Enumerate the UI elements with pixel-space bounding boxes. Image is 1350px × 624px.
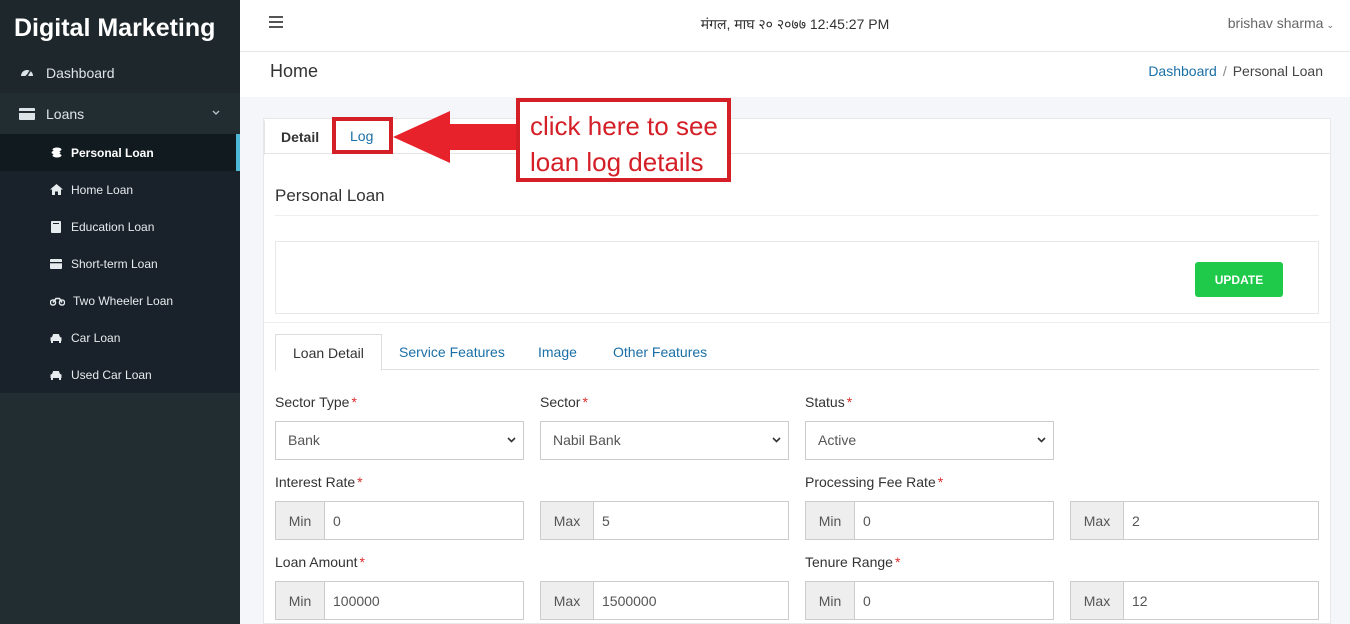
status-select[interactable]: Active xyxy=(805,421,1054,460)
interest-rate-min-group: Min 0 xyxy=(275,501,524,540)
dashboard-gauge-icon xyxy=(18,66,36,80)
sidebar-item-dashboard[interactable]: Dashboard xyxy=(0,52,240,93)
interest-rate-label: Interest Rate * xyxy=(275,474,363,490)
annotation-arrow-icon xyxy=(393,111,516,163)
action-box: UPDATE xyxy=(275,241,1319,314)
processing-fee-rate-label: Processing Fee Rate * xyxy=(805,474,944,490)
sector-label: Sector * xyxy=(540,394,588,410)
sidebar-item-personal-loan[interactable]: Personal Loan xyxy=(0,134,240,171)
wallet-icon xyxy=(49,258,63,269)
chevron-down-icon xyxy=(212,108,220,119)
sidebar-item-label: Short-term Loan xyxy=(71,256,158,271)
update-button[interactable]: UPDATE xyxy=(1195,262,1283,297)
processing-fee-max-input[interactable]: 2 xyxy=(1124,502,1318,539)
loan-amount-min-input[interactable]: 100000 xyxy=(325,582,523,619)
card-title: Personal Loan xyxy=(275,186,385,205)
user-name: brishav sharma xyxy=(1227,15,1324,31)
chevron-down-icon xyxy=(772,437,781,443)
sidebar-item-car-loan[interactable]: Car Loan xyxy=(0,319,240,356)
tenure-range-min-group: Min 0 xyxy=(805,581,1054,620)
sidebar-item-label: Personal Loan xyxy=(71,145,154,160)
sidebar-item-short-term-loan[interactable]: Short-term Loan xyxy=(0,245,240,282)
sidebar-item-loans[interactable]: Loans xyxy=(0,93,240,134)
tenure-range-min-input[interactable]: 0 xyxy=(855,582,1053,619)
tenure-range-max-input[interactable]: 12 xyxy=(1124,582,1318,619)
brand-title[interactable]: Digital Marketing xyxy=(0,0,240,52)
chevron-down-icon xyxy=(507,437,516,443)
divider xyxy=(264,322,1330,323)
sidebar-item-label: Loans xyxy=(46,105,85,122)
tab-other-features[interactable]: Other Features xyxy=(613,334,707,370)
sidebar-item-two-wheeler-loan[interactable]: Two Wheeler Loan xyxy=(0,282,240,319)
chevron-down-icon xyxy=(1037,437,1046,443)
breadcrumb-current: Personal Loan xyxy=(1232,63,1323,79)
min-addon: Min xyxy=(806,582,855,619)
loan-amount-max-input[interactable]: 1500000 xyxy=(594,582,788,619)
interest-rate-min-input[interactable]: 0 xyxy=(325,502,523,539)
book-icon xyxy=(49,220,63,233)
min-addon: Min xyxy=(276,582,325,619)
motorcycle-icon xyxy=(49,296,65,306)
sidebar-item-label: Used Car Loan xyxy=(71,367,152,382)
loan-section-tabs: Loan Detail Service Features Image Other… xyxy=(275,334,1319,371)
sidebar-item-used-car-loan[interactable]: Used Car Loan xyxy=(0,356,240,393)
tab-detail[interactable]: Detail xyxy=(264,119,337,155)
tenure-range-max-group: Max 12 xyxy=(1070,581,1319,620)
sidebar-item-label: Education Loan xyxy=(71,219,155,234)
sector-type-select[interactable]: Bank xyxy=(275,421,524,460)
breadcrumb-separator: / xyxy=(1222,63,1227,79)
tenure-range-label: Tenure Range * xyxy=(805,554,901,570)
tab-service-features[interactable]: Service Features xyxy=(399,334,505,370)
interest-rate-max-input[interactable]: 5 xyxy=(594,502,788,539)
loan-amount-max-group: Max 1500000 xyxy=(540,581,789,620)
loans-submenu: Personal Loan Home Loan Education Loan S… xyxy=(0,134,240,393)
annotation-line-2: loan log details xyxy=(530,147,704,177)
sector-select[interactable]: Nabil Bank xyxy=(540,421,789,460)
top-header: मंगल, माघ २० २०७७ 12:45:27 PM brishav sh… xyxy=(240,0,1350,52)
car-icon xyxy=(49,370,63,380)
home-icon xyxy=(49,184,63,195)
max-addon: Max xyxy=(1071,502,1124,539)
current-datetime: मंगल, माघ २० २०७७ 12:45:27 PM xyxy=(700,16,890,32)
sidebar-item-label: Car Loan xyxy=(71,330,121,345)
log-highlight-box xyxy=(332,117,393,154)
loan-amount-min-group: Min 100000 xyxy=(275,581,524,620)
breadcrumb: Dashboard / Personal Loan xyxy=(1148,63,1323,79)
sector-type-label: Sector Type * xyxy=(275,394,357,410)
min-addon: Min xyxy=(806,502,855,539)
credit-card-icon xyxy=(18,107,36,120)
breadcrumb-dashboard-link[interactable]: Dashboard xyxy=(1148,63,1217,79)
page-header: Home Dashboard / Personal Loan xyxy=(240,52,1350,97)
processing-fee-min-group: Min 0 xyxy=(805,501,1054,540)
interest-rate-max-group: Max 5 xyxy=(540,501,789,540)
sidebar-item-label: Home Loan xyxy=(71,182,134,197)
sidebar-item-education-loan[interactable]: Education Loan xyxy=(0,208,240,245)
user-menu[interactable]: brishav sharma ⌄ xyxy=(1228,15,1334,31)
coins-icon xyxy=(49,147,63,158)
max-addon: Max xyxy=(1071,582,1124,619)
tab-loan-detail[interactable]: Loan Detail xyxy=(275,334,382,371)
sidebar-item-home-loan[interactable]: Home Loan xyxy=(0,171,240,208)
sidebar-item-label: Dashboard xyxy=(46,64,115,81)
sector-value: Nabil Bank xyxy=(553,432,621,448)
sector-type-value: Bank xyxy=(288,432,320,448)
car-icon xyxy=(49,333,63,343)
caret-down-icon: ⌄ xyxy=(1326,20,1334,30)
tab-image[interactable]: Image xyxy=(538,334,577,370)
status-value: Active xyxy=(818,432,857,448)
loan-card: Detail Log Personal Loan UPDATE Loan Det… xyxy=(263,118,1331,624)
divider xyxy=(275,215,1319,216)
max-addon: Max xyxy=(541,582,594,619)
sidebar-item-label: Two Wheeler Loan xyxy=(73,293,174,308)
annotation-line-1: click here to see xyxy=(530,111,718,141)
loan-amount-label: Loan Amount * xyxy=(275,554,365,570)
processing-fee-min-input[interactable]: 0 xyxy=(855,502,1053,539)
annotation-callout: click here to see loan log details xyxy=(516,98,731,182)
max-addon: Max xyxy=(541,502,594,539)
status-label: Status * xyxy=(805,394,853,410)
sidebar: Digital Marketing Dashboard Loans Person… xyxy=(0,0,240,624)
page-title: Home xyxy=(270,61,319,81)
min-addon: Min xyxy=(276,502,325,539)
processing-fee-max-group: Max 2 xyxy=(1070,501,1319,540)
